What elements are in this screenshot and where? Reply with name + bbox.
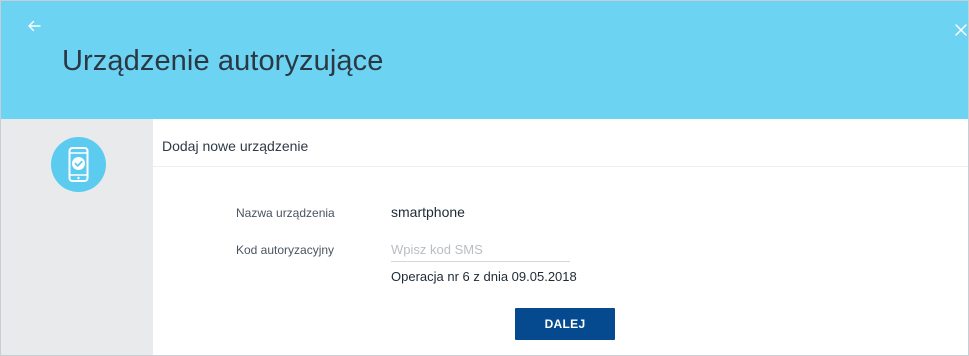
page-title: Urządzenie autoryzujące <box>62 45 384 77</box>
form-panel: Dodaj nowe urządzenie Nazwa urządzenia s… <box>153 119 968 355</box>
arrow-left-icon <box>28 20 41 32</box>
close-button[interactable] <box>954 23 968 37</box>
auth-code-input[interactable] <box>391 237 570 262</box>
next-button[interactable]: DALEJ <box>515 308 615 340</box>
section-header: Dodaj nowe urządzenie <box>153 119 968 167</box>
device-name-value: smartphone <box>391 204 465 220</box>
dialog-window: Urządzenie autoryzujące Dodaj nowe urząd… <box>0 0 969 356</box>
back-button[interactable] <box>25 17 43 35</box>
smartphone-check-icon <box>51 137 106 192</box>
operation-info: Operacja nr 6 z dnia 09.05.2018 <box>391 269 577 284</box>
close-icon <box>955 24 967 36</box>
sidebar <box>1 119 153 355</box>
dialog-header: Urządzenie autoryzujące <box>1 1 968 119</box>
device-name-label: Nazwa urządzenia <box>236 206 335 220</box>
auth-code-label: Kod autoryzacyjny <box>236 243 335 257</box>
section-title: Dodaj nowe urządzenie <box>162 138 309 154</box>
